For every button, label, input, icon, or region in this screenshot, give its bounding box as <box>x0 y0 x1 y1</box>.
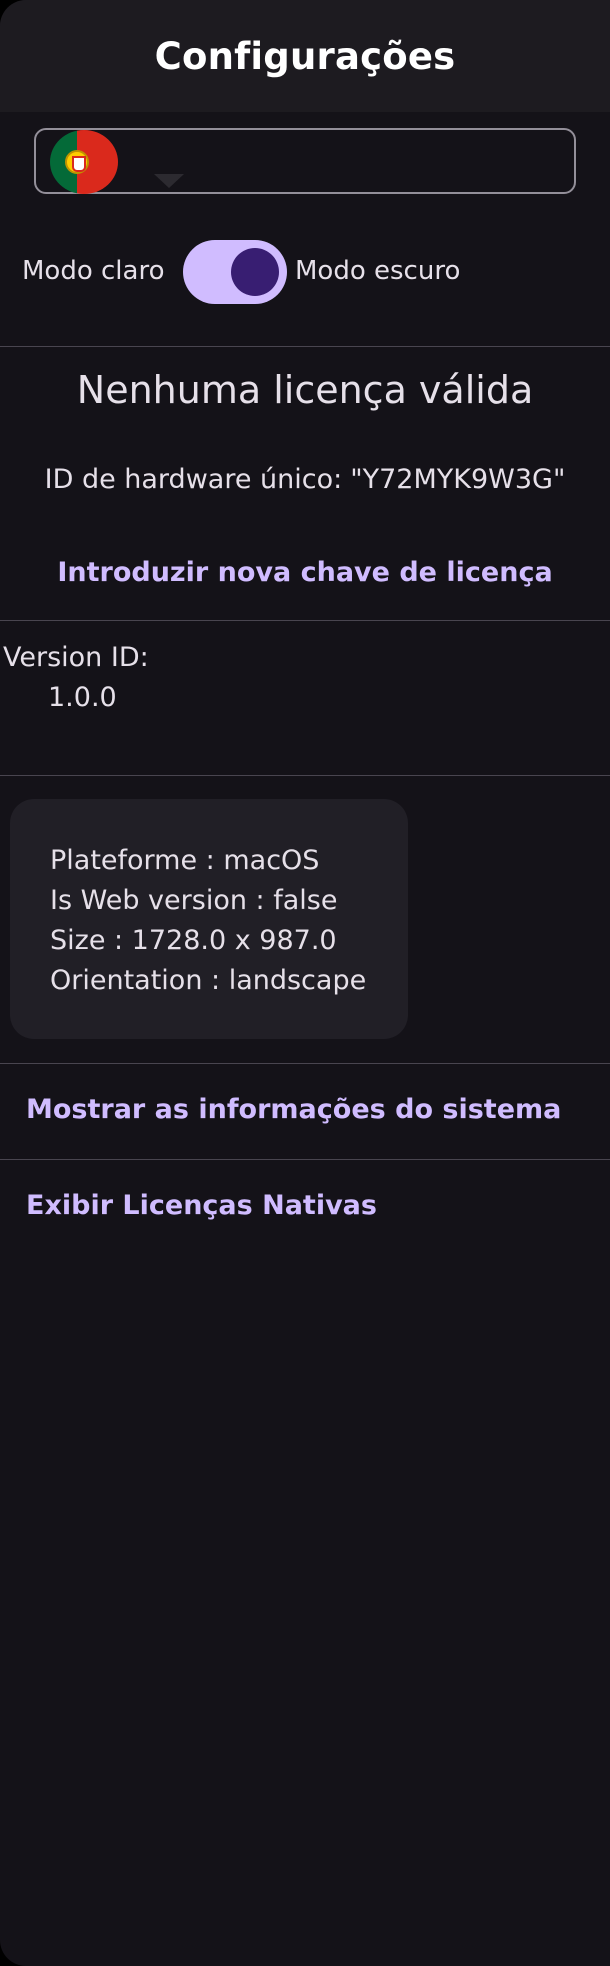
version-value: 1.0.0 <box>48 682 117 713</box>
web-version-line: Is Web version : false <box>50 885 338 916</box>
size-line: Size : 1728.0 x 987.0 <box>50 925 337 956</box>
light-mode-label: Modo claro <box>22 256 165 286</box>
divider <box>0 346 610 347</box>
orientation-line: Orientation : landscape <box>50 965 367 996</box>
hardware-id-value: "Y72MYK9W3G" <box>350 464 566 495</box>
theme-toggle[interactable] <box>183 240 287 304</box>
show-system-info-link[interactable]: Mostrar as informações do sistema <box>26 1094 561 1125</box>
native-licenses-link[interactable]: Exibir Licenças Nativas <box>26 1190 377 1221</box>
dark-mode-label: Modo escuro <box>295 256 461 286</box>
version-label: Version ID: <box>3 642 149 673</box>
language-dropdown[interactable] <box>34 128 576 194</box>
theme-switch-row: Modo claro Modo escuro <box>0 236 610 306</box>
system-info-card: Plateforme : macOS Is Web version : fals… <box>10 799 408 1039</box>
divider <box>0 620 610 621</box>
hardware-id: ID de hardware único: "Y72MYK9W3G" <box>0 464 610 495</box>
portugal-flag-icon <box>50 130 118 194</box>
flag-seal-icon <box>65 150 89 174</box>
caret-down-icon <box>154 174 184 188</box>
page-title: Configurações <box>154 34 456 78</box>
enter-license-key-link[interactable]: Introduzir nova chave de licença <box>0 557 610 588</box>
divider <box>0 1063 610 1064</box>
divider <box>0 1159 610 1160</box>
license-status: Nenhuma licença válida <box>76 368 534 412</box>
toggle-thumb <box>231 248 279 296</box>
divider <box>0 775 610 776</box>
hardware-id-label: ID de hardware único: <box>44 464 343 495</box>
settings-panel: Configurações Modo claro Modo escuro Nen… <box>0 0 610 1966</box>
app-bar: Configurações <box>0 0 610 112</box>
platform-line: Plateforme : macOS <box>50 845 320 876</box>
